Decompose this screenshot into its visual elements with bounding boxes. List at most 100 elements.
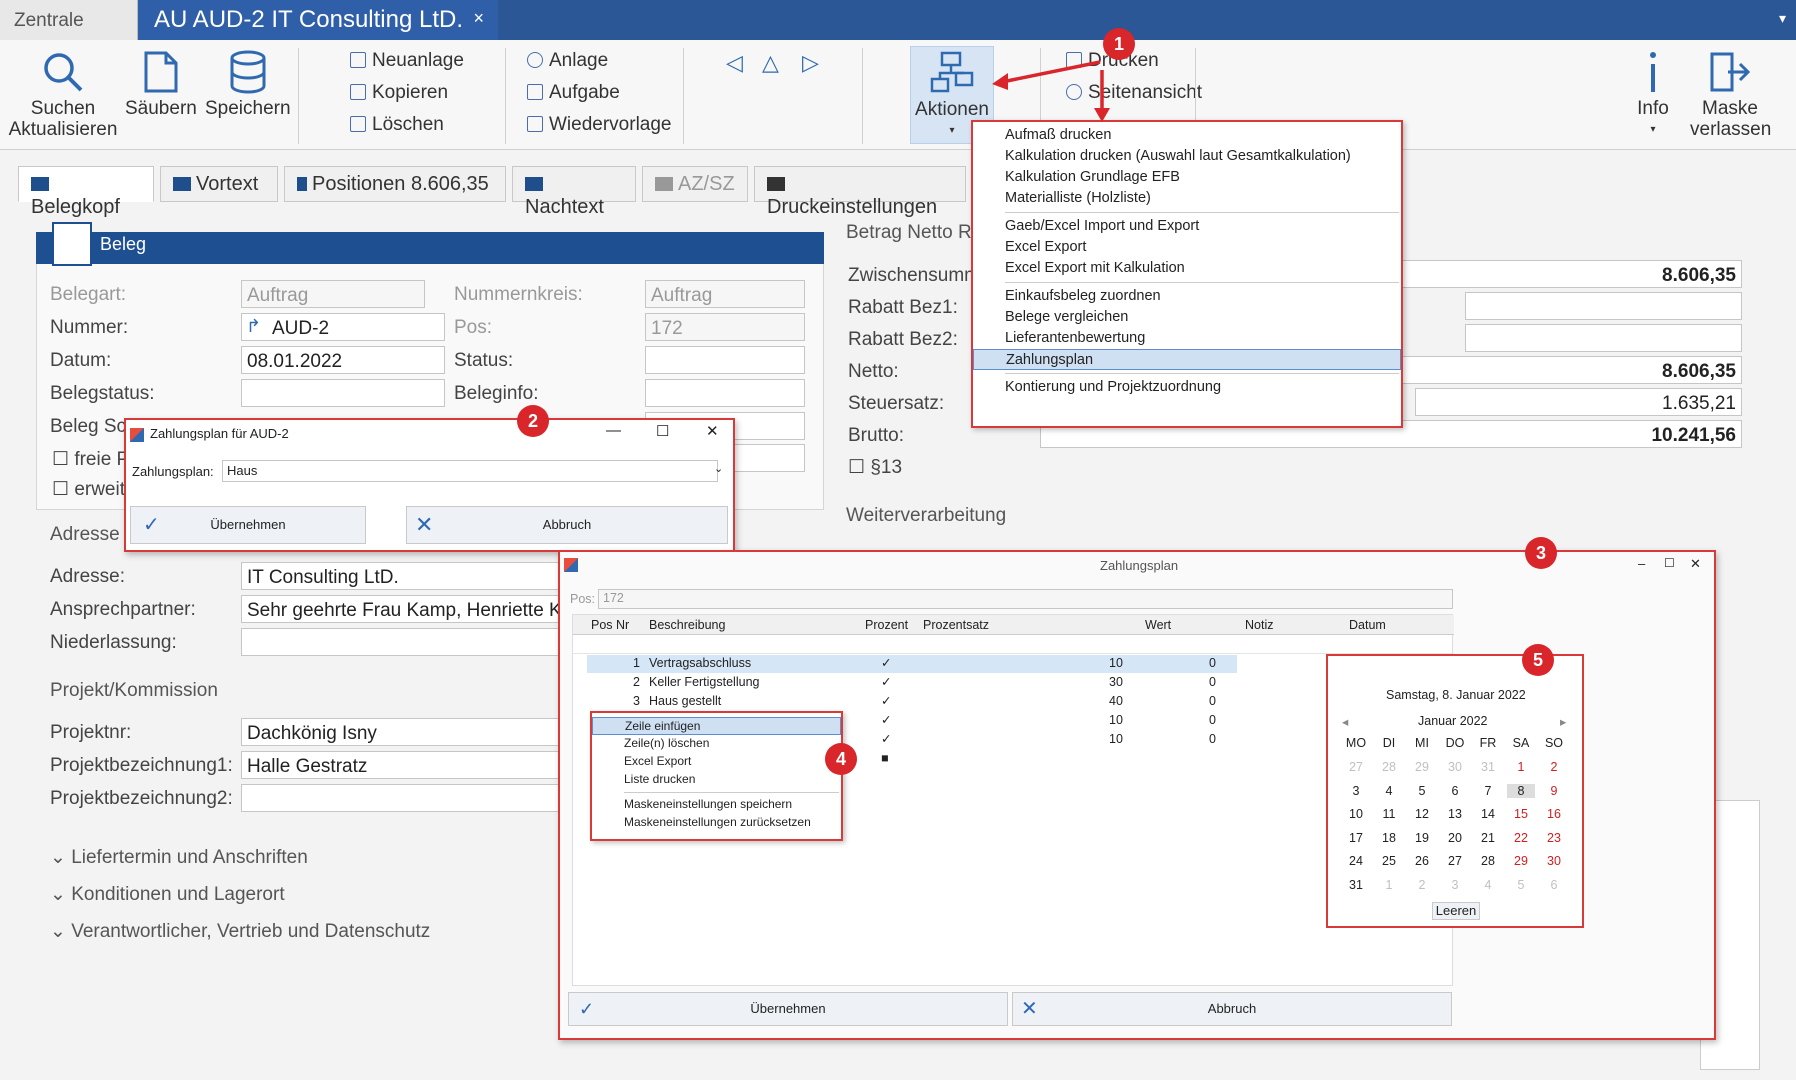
check-icon[interactable]: ✓ [881,655,891,672]
calendar-day[interactable]: 15 [1507,807,1535,821]
niederlassung-field[interactable] [241,628,561,656]
calendar-day[interactable]: 5 [1408,784,1436,798]
tab-belegkopf[interactable]: Belegkopf [18,166,154,218]
save-button[interactable]: Speichern [205,50,291,119]
col-header[interactable]: Wert [1145,617,1171,634]
delete-button[interactable]: Löschen [350,114,444,136]
check-icon[interactable]: ✓ [881,712,891,729]
cell-beschreibung[interactable]: Haus gestellt [649,693,721,710]
tab-vortext[interactable]: Vortext [160,166,278,202]
info-button[interactable]: Info ▾ [1628,50,1678,140]
calendar-day[interactable]: 16 [1540,807,1568,821]
next-arrow-icon[interactable]: ▷ [802,50,819,76]
calendar-day[interactable]: 27 [1342,760,1370,774]
menu-item-zahlungsplan[interactable]: Zahlungsplan [973,349,1401,370]
minimize-icon[interactable]: – [1638,556,1645,571]
cell-satz[interactable]: 30 [1109,674,1123,691]
check-icon[interactable]: ✓ [881,674,891,691]
calendar-day[interactable]: 12 [1408,807,1436,821]
nummernkreis-field[interactable]: Auftrag [645,280,805,308]
calendar-day[interactable]: 29 [1507,854,1535,868]
check-icon[interactable]: ✓ [881,731,891,748]
search-refresh-button[interactable]: Suchen Aktualisieren [8,50,118,140]
calendar-day[interactable]: 6 [1441,784,1469,798]
menu-excel-export[interactable]: Excel Export [592,753,841,771]
erweit-checkbox[interactable]: ☐ erweit [52,478,125,501]
maximize-icon[interactable]: ☐ [656,422,669,440]
collapse-verantwortlicher[interactable]: ⌄ Verantwortlicher, Vertrieb und Datensc… [50,920,430,943]
calendar-day[interactable]: 24 [1342,854,1370,868]
calendar-day[interactable]: 7 [1474,784,1502,798]
calendar-day[interactable]: 18 [1375,831,1403,845]
uebernehmen-button[interactable]: ✓ Übernehmen [130,506,366,544]
calendar-day[interactable]: 19 [1408,831,1436,845]
cell-satz[interactable]: 10 [1109,655,1123,672]
rabatt2-field[interactable] [1465,324,1742,352]
calendar-day[interactable]: 27 [1441,854,1469,868]
tab-nachtext[interactable]: Nachtext [512,166,636,218]
menu-item[interactable]: Belege vergleichen [973,307,1401,328]
overflow-chevron-icon[interactable]: ▾ [1779,10,1786,27]
calendar-day[interactable]: 2 [1540,760,1568,774]
abbruch-button[interactable]: ✕ Abbruch [1012,992,1452,1026]
cell-wert[interactable]: 0 [1209,693,1216,710]
beleginfo-field[interactable] [645,379,805,407]
col-header[interactable]: Datum [1349,617,1386,634]
menu-item[interactable]: Gaeb/Excel Import und Export [973,216,1401,237]
clear-button[interactable]: Säubern [125,50,197,119]
calendar-day[interactable]: 30 [1441,760,1469,774]
calendar-day[interactable]: 8 [1507,783,1535,798]
redirect-arrow-icon[interactable]: ↱ [246,316,261,337]
menu-liste-drucken[interactable]: Liste drucken [592,771,841,789]
menu-item[interactable]: Excel Export mit Kalkulation [973,258,1401,279]
cell-satz[interactable]: 40 [1109,693,1123,710]
calendar-day[interactable]: 2 [1408,878,1436,892]
clear-button[interactable]: Leeren [1432,902,1480,920]
projektbez1-field[interactable]: Halle Gestratz [241,751,561,779]
cell-wert[interactable]: 0 [1209,712,1216,729]
calendar-day[interactable]: 9 [1540,784,1568,798]
cell-nr[interactable]: 2 [633,674,640,691]
collapse-liefertermin[interactable]: ⌄ Liefertermin und Anschriften [50,846,308,869]
tab-positionen[interactable]: Positionen 8.606,35 [284,166,506,202]
p13-checkbox[interactable]: ☐ §13 [848,456,902,479]
prev-arrow-icon[interactable]: ◁ [726,50,743,76]
calendar-day[interactable]: 31 [1342,878,1370,892]
calendar-day[interactable]: 6 [1540,878,1568,892]
close-icon[interactable]: ✕ [706,422,719,440]
maximize-icon[interactable]: ☐ [1664,556,1675,570]
cell-beschreibung[interactable]: Vertragsabschluss [649,655,751,672]
calendar-day[interactable]: 13 [1441,807,1469,821]
calendar-day[interactable]: 1 [1375,878,1403,892]
new-row-checkbox[interactable]: ■ [881,750,889,767]
menu-zeile-einfuegen[interactable]: Zeile einfügen [592,717,841,735]
freie-checkbox[interactable]: ☐ freie P [52,448,129,471]
col-header[interactable]: Prozentsatz [923,617,989,634]
calendar-day[interactable]: 25 [1375,854,1403,868]
projektbez2-field[interactable] [241,784,561,812]
calendar-day[interactable]: 28 [1474,854,1502,868]
pos-field[interactable]: 172 [645,313,805,341]
ansprech-field[interactable]: Sehr geehrte Frau Kamp, Henriette Kamp [241,595,561,623]
calendar-day[interactable]: 30 [1540,854,1568,868]
calendar-day[interactable]: 22 [1507,831,1535,845]
calendar-day[interactable]: 3 [1441,878,1469,892]
resubmission-button[interactable]: Wiedervorlage [527,114,672,136]
menu-item[interactable]: Excel Export [973,237,1401,258]
status-field[interactable] [645,346,805,374]
exit-mask-button[interactable]: Maske verlassen [1690,50,1771,140]
zahlungsplan-select[interactable]: Haus [222,460,718,482]
chevron-down-icon[interactable]: ⌄ [714,462,723,475]
task-button[interactable]: Aufgabe [527,82,620,104]
tab-zentrale[interactable]: Zentrale [0,0,138,40]
calendar-day[interactable]: 4 [1375,784,1403,798]
calendar-day[interactable]: 23 [1540,831,1568,845]
calendar-day[interactable]: 3 [1342,784,1370,798]
menu-zeilen-loeschen[interactable]: Zeile(n) löschen [592,735,841,753]
cell-wert[interactable]: 0 [1209,655,1216,672]
menu-masken-zuruecksetzen[interactable]: Maskeneinstellungen zurücksetzen [592,814,841,832]
collapse-konditionen[interactable]: ⌄ Konditionen und Lagerort [50,883,285,906]
attachment-button[interactable]: Anlage [527,50,608,72]
next-month-icon[interactable]: ▸ [1560,714,1566,729]
abbruch-button[interactable]: ✕ Abbruch [406,506,728,544]
